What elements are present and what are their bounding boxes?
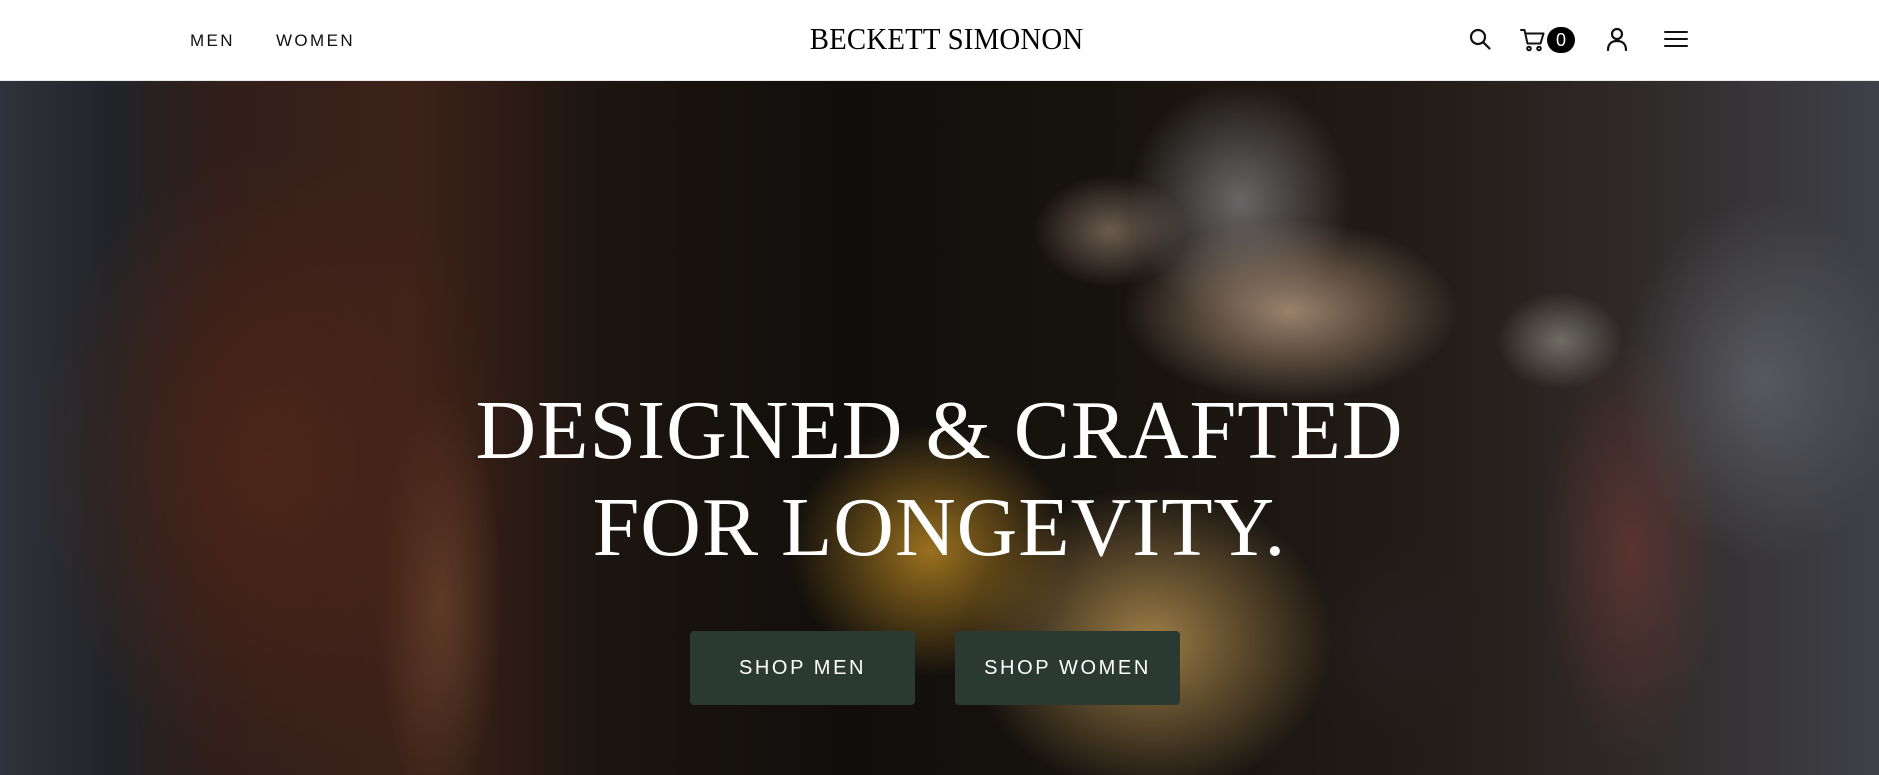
hero-title: DESIGNED & CRAFTED FOR LONGEVITY. xyxy=(0,382,1879,576)
brand-logo[interactable]: BECKETT SIMONON xyxy=(810,20,1084,58)
nav-link-men[interactable]: MEN xyxy=(190,30,235,52)
account-button[interactable] xyxy=(1605,26,1629,52)
cart-button[interactable]: 0 xyxy=(1520,25,1576,55)
primary-nav: MEN WOMEN xyxy=(190,30,355,52)
user-icon xyxy=(1606,27,1628,51)
hero-banner: DESIGNED & CRAFTED FOR LONGEVITY. SHOP M… xyxy=(0,81,1879,775)
cart-icon xyxy=(1520,29,1545,52)
cart-count-badge: 0 xyxy=(1547,27,1575,53)
hamburger-menu-icon xyxy=(1664,31,1688,47)
nav-link-women[interactable]: WOMEN xyxy=(276,30,355,52)
hero-title-line-2: FOR LONGEVITY. xyxy=(592,481,1287,574)
search-button[interactable] xyxy=(1467,26,1493,52)
hero-title-line-1: DESIGNED & CRAFTED xyxy=(475,384,1404,477)
menu-button[interactable] xyxy=(1663,28,1689,50)
shop-women-button[interactable]: SHOP WOMEN xyxy=(955,631,1180,705)
site-header: MEN WOMEN BECKETT SIMONON 0 xyxy=(0,0,1879,81)
shop-men-button[interactable]: SHOP MEN xyxy=(690,631,915,705)
search-icon xyxy=(1469,28,1491,50)
